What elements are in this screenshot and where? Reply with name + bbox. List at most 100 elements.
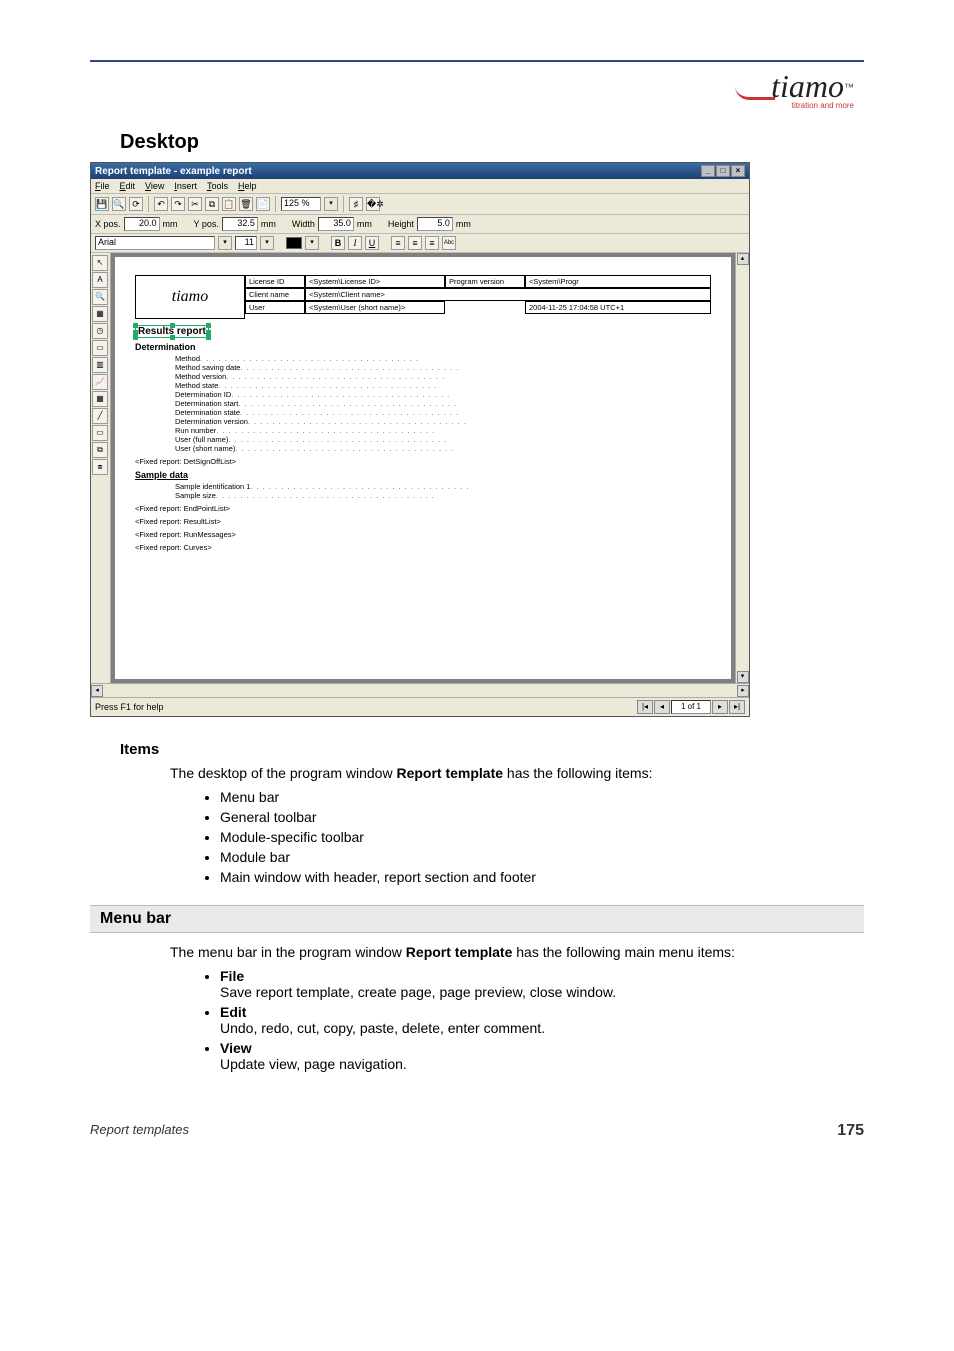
text-tool[interactable]: A: [92, 272, 108, 288]
zoom-input[interactable]: 125 %: [281, 197, 321, 211]
page-tool[interactable]: ▭: [92, 340, 108, 356]
italic-icon[interactable]: I: [348, 236, 362, 250]
datafield-tool[interactable]: 🔍: [92, 289, 108, 305]
redo-icon[interactable]: ↷: [171, 197, 185, 211]
nav-prev[interactable]: ◂: [654, 700, 670, 714]
determination-row[interactable]: Method state . . . . . . . . . . . . . .…: [175, 381, 711, 390]
save-icon[interactable]: 💾: [95, 197, 109, 211]
sample-row[interactable]: Sample identification 1 . . . . . . . . …: [175, 482, 711, 491]
determination-row[interactable]: Method . . . . . . . . . . . . . . . . .…: [175, 354, 711, 363]
clientname-value[interactable]: <System\Client name>: [305, 288, 711, 301]
underline-icon[interactable]: U: [365, 236, 379, 250]
fixed-report-tag[interactable]: <Fixed report: EndPointList>: [135, 504, 711, 513]
scroll-down-arrow[interactable]: ▾: [737, 671, 749, 683]
font-name[interactable]: Arial: [95, 236, 215, 250]
progver-label[interactable]: Program version: [445, 275, 525, 288]
fixed-detsignoff[interactable]: <Fixed report: DetSignOffList>: [135, 457, 711, 466]
report-tool[interactable]: ▥: [92, 357, 108, 373]
licenseid-label[interactable]: License ID: [245, 275, 305, 288]
scroll-left-arrow[interactable]: ◂: [91, 685, 103, 697]
cut-icon[interactable]: ✂: [188, 197, 202, 211]
preview-icon[interactable]: 🔍: [112, 197, 126, 211]
fixed-report-tag[interactable]: <Fixed report: RunMessages>: [135, 530, 711, 539]
nav-next[interactable]: ▸: [712, 700, 728, 714]
scroll-up-arrow[interactable]: ▴: [737, 253, 749, 265]
refresh-icon[interactable]: ⟳: [129, 197, 143, 211]
font-color[interactable]: [286, 237, 302, 249]
menu-edit[interactable]: Edit: [120, 181, 136, 191]
snap-icon[interactable]: �✲: [366, 197, 380, 211]
align-right-icon[interactable]: ≡: [425, 236, 439, 250]
xpos-value[interactable]: 20.0: [124, 217, 160, 231]
fixed-report-tag[interactable]: <Fixed report: Curves>: [135, 543, 711, 552]
determination-row[interactable]: User (short name) . . . . . . . . . . . …: [175, 444, 711, 453]
height-value[interactable]: 5.0: [417, 217, 453, 231]
width-value[interactable]: 35.0: [318, 217, 354, 231]
ungroup-tool[interactable]: ⧈: [92, 459, 108, 475]
determination-row[interactable]: Determination ID . . . . . . . . . . . .…: [175, 390, 711, 399]
grid-icon[interactable]: ♯: [349, 197, 363, 211]
font-name-dropdown[interactable]: ▾: [218, 236, 232, 250]
determination-row[interactable]: Run number . . . . . . . . . . . . . . .…: [175, 426, 711, 435]
timestamp-value[interactable]: 2004-11-25 17:04:58 UTC+1: [525, 301, 711, 314]
determination-row[interactable]: Method version . . . . . . . . . . . . .…: [175, 372, 711, 381]
image-tool[interactable]: ▦: [92, 391, 108, 407]
close-button[interactable]: ×: [731, 165, 745, 177]
nav-first[interactable]: |◂: [637, 700, 653, 714]
licenseid-value[interactable]: <System\License ID>: [305, 275, 445, 288]
copy-icon[interactable]: ⧉: [205, 197, 219, 211]
table-tool[interactable]: ▦: [92, 306, 108, 322]
fixed-report-tag[interactable]: <Fixed report: ResultList>: [135, 517, 711, 526]
undo-icon[interactable]: ↶: [154, 197, 168, 211]
ypos-value[interactable]: 32.5: [222, 217, 258, 231]
vertical-scrollbar[interactable]: ▴ ▾: [735, 253, 749, 683]
titlebar[interactable]: Report template - example report _ □ ×: [91, 163, 749, 179]
page-indicator[interactable]: 1 of 1: [671, 700, 711, 714]
results-report-heading[interactable]: Results report: [135, 325, 209, 338]
determination-row[interactable]: Determination version . . . . . . . . . …: [175, 417, 711, 426]
menu-file[interactable]: File: [95, 181, 110, 191]
paste-icon[interactable]: 📋: [222, 197, 236, 211]
bold-icon[interactable]: B: [331, 236, 345, 250]
sampledata-heading[interactable]: Sample data: [135, 470, 711, 480]
list-item: General toolbar: [220, 809, 864, 825]
align-left-icon[interactable]: ≡: [391, 236, 405, 250]
menu-insert[interactable]: Insert: [174, 181, 197, 191]
status-help: Press F1 for help: [95, 702, 164, 712]
maximize-button[interactable]: □: [716, 165, 730, 177]
delete-icon[interactable]: 🗑: [239, 197, 253, 211]
menu-help[interactable]: Help: [238, 181, 257, 191]
rect-tool[interactable]: ▭: [92, 425, 108, 441]
determination-row[interactable]: User (full name) . . . . . . . . . . . .…: [175, 435, 711, 444]
determination-row[interactable]: Determination state . . . . . . . . . . …: [175, 408, 711, 417]
xpos-label: X pos.: [95, 219, 121, 229]
font-size-dropdown[interactable]: ▾: [260, 236, 274, 250]
comment-icon[interactable]: 📄: [256, 197, 270, 211]
font-color-dropdown[interactable]: ▾: [305, 236, 319, 250]
menu-view[interactable]: View: [145, 181, 164, 191]
minimize-button[interactable]: _: [701, 165, 715, 177]
determination-row[interactable]: Method saving date . . . . . . . . . . .…: [175, 363, 711, 372]
zoom-dropdown[interactable]: ▾: [324, 197, 338, 211]
line-tool[interactable]: ╱: [92, 408, 108, 424]
horizontal-scrollbar[interactable]: ◂ ▸: [91, 683, 749, 697]
nav-last[interactable]: ▸|: [729, 700, 745, 714]
user-label[interactable]: User: [245, 301, 305, 314]
menu-tools[interactable]: Tools: [207, 181, 228, 191]
sample-row[interactable]: Sample size . . . . . . . . . . . . . . …: [175, 491, 711, 500]
clientname-label[interactable]: Client name: [245, 288, 305, 301]
scroll-right-arrow[interactable]: ▸: [737, 685, 749, 697]
chart-tool[interactable]: 📈: [92, 374, 108, 390]
font-size[interactable]: 11: [235, 236, 257, 250]
auto-font-icon[interactable]: Abc: [442, 236, 456, 250]
group-tool[interactable]: ⧉: [92, 442, 108, 458]
canvas-logo[interactable]: tiamo: [135, 275, 245, 319]
user-value[interactable]: <System\User (short name)>: [305, 301, 445, 314]
progver-value[interactable]: <System\Progr: [525, 275, 711, 288]
time-tool[interactable]: ◷: [92, 323, 108, 339]
align-center-icon[interactable]: ≡: [408, 236, 422, 250]
report-canvas[interactable]: tiamo License ID <System\License ID> Pro…: [115, 257, 731, 679]
pointer-tool[interactable]: ↖: [92, 255, 108, 271]
determination-heading[interactable]: Determination: [135, 342, 711, 352]
determination-row[interactable]: Determination start . . . . . . . . . . …: [175, 399, 711, 408]
